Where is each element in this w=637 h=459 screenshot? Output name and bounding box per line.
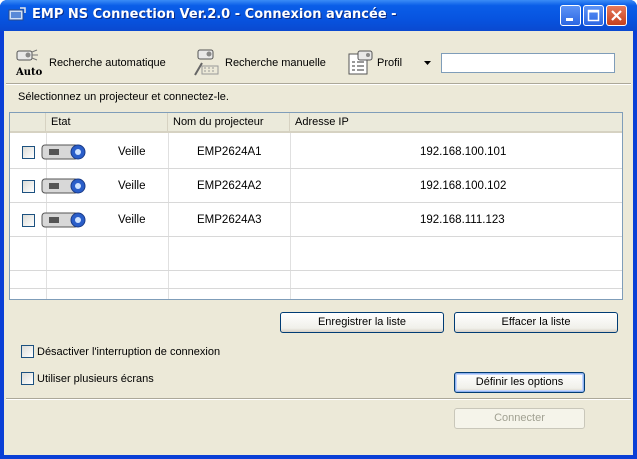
maximize-icon	[587, 9, 600, 22]
auto-search-label: Recherche automatique	[49, 57, 166, 69]
projector-icon	[41, 212, 86, 228]
row-status: Veille	[118, 180, 146, 192]
row-projector-name: EMP2624A2	[197, 180, 262, 192]
table-row[interactable]: Veille EMP2624A3 192.168.111.123	[10, 203, 622, 237]
column-header-name[interactable]: Nom du projecteur	[168, 113, 290, 132]
multi-screen-checkbox[interactable]	[21, 372, 34, 385]
list-header: Etat Nom du projecteur Adresse IP	[10, 113, 622, 133]
app-icon	[8, 7, 26, 21]
svg-text:Auto: Auto	[15, 67, 43, 77]
column-header-ip[interactable]: Adresse IP	[290, 113, 622, 132]
manual-search-label: Recherche manuelle	[225, 57, 326, 69]
auto-search-icon: Auto	[15, 49, 43, 77]
disable-interrupt-label: Désactiver l'interruption de connexion	[37, 345, 221, 358]
column-header-state[interactable]: Etat	[46, 113, 168, 132]
profile-button[interactable]: Profil	[346, 49, 432, 77]
row-checkbox[interactable]	[22, 180, 35, 193]
window-title: EMP NS Connection Ver.2.0 - Connexion av…	[32, 7, 397, 22]
empty-row	[10, 237, 622, 271]
disable-interrupt-option[interactable]: Désactiver l'interruption de connexion	[21, 345, 220, 358]
profile-icon	[348, 50, 373, 75]
maximize-button[interactable]	[583, 5, 604, 26]
dialog-body: Auto Recherche automatique Recherche man…	[4, 31, 633, 455]
instruction-text: Sélectionnez un projecteur et connectez-…	[18, 91, 229, 103]
chevron-down-icon[interactable]	[424, 61, 432, 65]
row-checkbox[interactable]	[22, 214, 35, 227]
projector-icon	[41, 178, 86, 194]
minimize-icon	[566, 18, 573, 21]
app-window: EMP NS Connection Ver.2.0 - Connexion av…	[0, 0, 637, 459]
row-projector-name: EMP2624A3	[197, 214, 262, 226]
title-bar[interactable]: EMP NS Connection Ver.2.0 - Connexion av…	[0, 0, 637, 31]
table-row[interactable]: Veille EMP2624A1 192.168.100.101	[10, 135, 622, 169]
projector-list[interactable]: Etat Nom du projecteur Adresse IP Veille…	[9, 112, 623, 300]
row-ip-address: 192.168.111.123	[420, 214, 505, 226]
footer-separator	[6, 398, 631, 400]
disable-interrupt-checkbox[interactable]	[21, 345, 34, 358]
row-ip-address: 192.168.100.102	[420, 180, 507, 192]
manual-search-button[interactable]: Recherche manuelle	[192, 49, 326, 77]
manual-search-icon	[194, 49, 219, 76]
projector-icon	[41, 144, 86, 160]
auto-search-button[interactable]: Auto Recherche automatique	[14, 49, 166, 77]
close-icon	[611, 10, 622, 21]
multi-screen-option[interactable]: Utiliser plusieurs écrans	[21, 372, 154, 385]
save-list-button[interactable]: Enregistrer la liste	[280, 312, 444, 333]
profile-combo-input[interactable]	[441, 53, 615, 73]
row-ip-address: 192.168.100.101	[420, 146, 507, 158]
row-status: Veille	[118, 214, 146, 226]
row-status: Veille	[118, 146, 146, 158]
clear-list-button[interactable]: Effacer la liste	[454, 312, 618, 333]
column-header-checkbox[interactable]	[10, 113, 46, 132]
row-projector-name: EMP2624A1	[197, 146, 262, 158]
connect-button[interactable]: Connecter	[454, 408, 585, 429]
profile-label: Profil	[377, 57, 403, 69]
table-row[interactable]: Veille EMP2624A2 192.168.100.102	[10, 169, 622, 203]
empty-row	[10, 271, 622, 289]
toolbar-separator	[6, 83, 631, 85]
close-button[interactable]	[606, 5, 627, 26]
minimize-button[interactable]	[560, 5, 581, 26]
set-options-button[interactable]: Définir les options	[454, 372, 585, 393]
multi-screen-label: Utiliser plusieurs écrans	[37, 372, 154, 385]
row-checkbox[interactable]	[22, 146, 35, 159]
